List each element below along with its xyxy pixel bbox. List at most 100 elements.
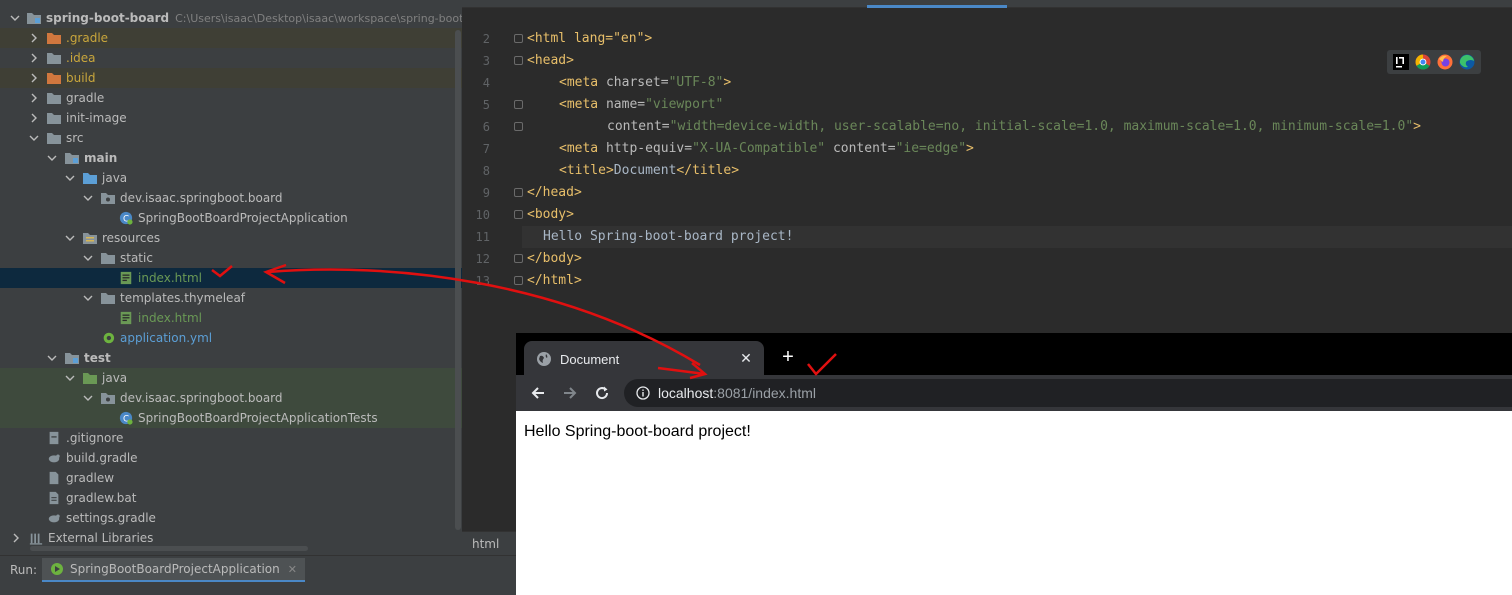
browser-toolbar: localhost:8081/index.html: [516, 375, 1512, 411]
line-number: 9: [482, 186, 490, 200]
tree-item-idea[interactable]: .idea: [0, 48, 462, 68]
chevron-right-icon[interactable]: [28, 52, 40, 64]
tree-item-resources[interactable]: resources: [0, 228, 462, 248]
chevron-right-icon[interactable]: [28, 112, 40, 124]
info-icon[interactable]: [636, 386, 650, 400]
tree-item-test-java[interactable]: java: [0, 368, 462, 388]
new-tab-button[interactable]: +: [778, 347, 798, 367]
editor-breadcrumb[interactable]: html: [462, 531, 516, 555]
source-folder-icon: [82, 170, 98, 186]
tree-item-package-main[interactable]: dev.isaac.springboot.board: [0, 188, 462, 208]
firefox-icon[interactable]: [1437, 54, 1453, 70]
tree-item-label: SpringBootBoardProjectApplicationTests: [138, 411, 378, 425]
tree-item-test-class[interactable]: C SpringBootBoardProjectApplicationTests: [0, 408, 462, 428]
folder-icon: [100, 250, 116, 266]
tree-item-gitignore[interactable]: .gitignore: [0, 428, 462, 448]
tree-item-index-templates[interactable]: index.html: [0, 308, 462, 328]
browser-tab-document[interactable]: Document ✕: [524, 341, 764, 377]
chevron-down-icon[interactable]: [46, 152, 58, 164]
fold-marker[interactable]: [514, 254, 523, 263]
line-number: 13: [475, 274, 490, 288]
chrome-icon[interactable]: [1415, 54, 1431, 70]
forward-icon[interactable]: [560, 383, 580, 403]
line-number: 2: [482, 32, 490, 46]
fold-marker[interactable]: [514, 210, 523, 219]
chevron-right-icon[interactable]: [28, 72, 40, 84]
fold-marker[interactable]: [514, 188, 523, 197]
address-bar[interactable]: localhost:8081/index.html: [624, 379, 1512, 407]
intellij-icon[interactable]: [1393, 54, 1409, 70]
run-tab-label: SpringBootBoardProjectApplication: [70, 562, 280, 576]
tree-item-gradlew[interactable]: gradlew: [0, 468, 462, 488]
line-number: 4: [482, 76, 490, 90]
file-icon: [46, 490, 62, 506]
tree-item-label: static: [120, 251, 153, 265]
fold-marker[interactable]: [514, 122, 523, 131]
tree-item-java[interactable]: java: [0, 168, 462, 188]
chevron-down-icon[interactable]: [82, 252, 94, 264]
folder-icon: [46, 50, 62, 66]
chevron-down-icon[interactable]: [28, 132, 40, 144]
tree-item-label: build: [66, 71, 96, 85]
chevron-right-icon[interactable]: [10, 532, 22, 544]
tree-horizontal-scrollbar[interactable]: [30, 546, 308, 551]
tree-item-label: dev.isaac.springboot.board: [120, 391, 283, 405]
code-token: >: [723, 75, 732, 90]
tree-item-index-static[interactable]: index.html: [0, 268, 462, 288]
tree-item-gradlew-bat[interactable]: gradlew.bat: [0, 488, 462, 508]
run-tab-app[interactable]: SpringBootBoardProjectApplication ✕: [42, 558, 305, 582]
tree-item-gradle[interactable]: gradle: [0, 88, 462, 108]
chevron-down-icon[interactable]: [64, 232, 76, 244]
chevron-down-icon[interactable]: [82, 392, 94, 404]
tree-root-spring-boot-board[interactable]: spring-boot-board C:\Users\isaac\Desktop…: [0, 8, 462, 28]
tree-item-package-test[interactable]: dev.isaac.springboot.board: [0, 388, 462, 408]
fold-marker[interactable]: [514, 100, 523, 109]
gradle-icon: [46, 450, 62, 466]
tree-item-static[interactable]: static: [0, 248, 462, 268]
line-number: 3: [482, 54, 490, 68]
chevron-down-icon[interactable]: [64, 172, 76, 184]
chevron-down-icon[interactable]: [10, 12, 20, 24]
tree-item-test[interactable]: test: [0, 348, 462, 368]
code-token: "width=device-width, user-scalable=no, i…: [669, 119, 1414, 134]
line-number: 11: [475, 230, 490, 244]
code-token: charset=: [598, 75, 669, 90]
tree-item-src[interactable]: src: [0, 128, 462, 148]
tree-item-application-yml[interactable]: application.yml: [0, 328, 462, 348]
tree-item-init-image[interactable]: init-image: [0, 108, 462, 128]
code-token: </body>: [527, 251, 582, 266]
chevron-down-icon[interactable]: [82, 292, 94, 304]
tree-item-main[interactable]: main: [0, 148, 462, 168]
close-icon[interactable]: ✕: [288, 563, 297, 576]
chevron-down-icon[interactable]: [46, 352, 58, 364]
tree-vertical-scrollbar[interactable]: [455, 30, 461, 530]
tree-item-gradle-hidden[interactable]: .gradle: [0, 28, 462, 48]
page-body-text: Hello Spring-boot-board project!: [524, 423, 751, 440]
back-icon[interactable]: [528, 383, 548, 403]
chevron-right-icon[interactable]: [28, 32, 40, 44]
tree-item-label: init-image: [66, 111, 127, 125]
active-tab-indicator: [867, 5, 1007, 8]
edge-icon[interactable]: [1459, 54, 1475, 70]
tree-item-label: gradle: [66, 91, 105, 105]
url-path: :8081/index.html: [713, 385, 816, 401]
fold-marker[interactable]: [514, 34, 523, 43]
line-number: 8: [482, 164, 490, 178]
tree-item-build[interactable]: build: [0, 68, 462, 88]
tree-item-label: index.html: [138, 271, 202, 285]
tree-item-build-gradle[interactable]: build.gradle: [0, 448, 462, 468]
reload-icon[interactable]: [592, 383, 612, 403]
chevron-down-icon[interactable]: [82, 192, 94, 204]
chevron-down-icon[interactable]: [64, 372, 76, 384]
code-token: <title>: [559, 163, 614, 178]
tree-item-app-class[interactable]: C SpringBootBoardProjectApplication: [0, 208, 462, 228]
code-line-13: </html>: [527, 270, 582, 292]
breadcrumb-html[interactable]: html: [472, 537, 499, 551]
fold-marker[interactable]: [514, 276, 523, 285]
close-icon[interactable]: ✕: [738, 351, 754, 367]
chevron-right-icon[interactable]: [28, 92, 40, 104]
tree-item-settings-gradle[interactable]: settings.gradle: [0, 508, 462, 528]
tree-item-templates[interactable]: templates.thymeleaf: [0, 288, 462, 308]
tree-item-external-libraries[interactable]: External Libraries: [0, 528, 462, 548]
fold-marker[interactable]: [514, 56, 523, 65]
